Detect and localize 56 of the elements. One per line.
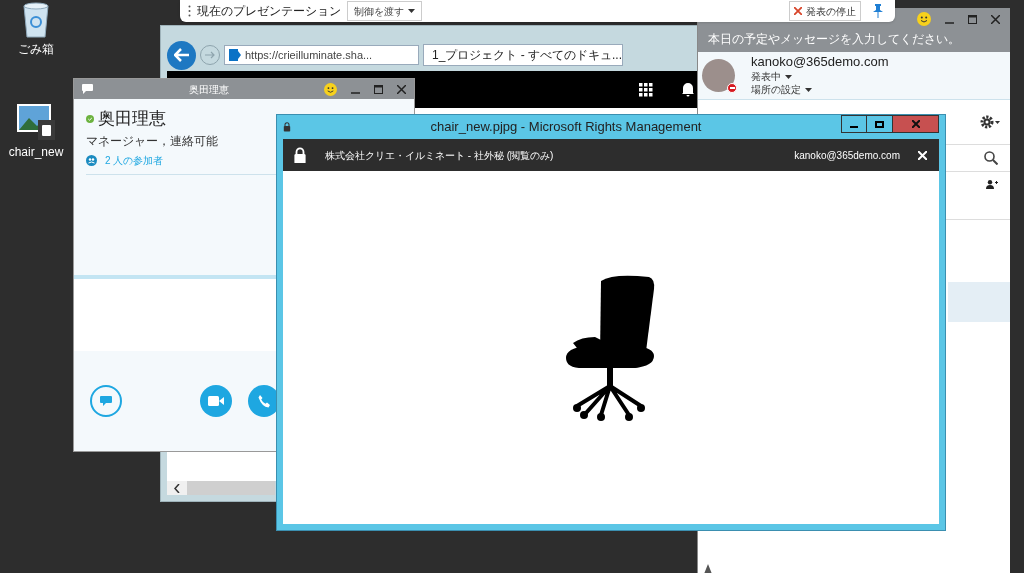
add-contact-icon[interactable] — [986, 180, 998, 189]
maximize-button[interactable] — [867, 115, 893, 133]
site-logo-icon — [229, 49, 241, 61]
contact-status: マネージャー，連絡可能 — [86, 133, 219, 150]
status-menu[interactable]: 発表中 — [751, 70, 889, 83]
drag-handle-icon[interactable] — [188, 5, 191, 17]
smiley-icon[interactable] — [324, 82, 337, 96]
close-icon — [911, 120, 920, 128]
pin-icon[interactable] — [873, 4, 883, 18]
minimize-button[interactable] — [841, 115, 867, 133]
video-call-button[interactable] — [200, 385, 232, 417]
browser-tab[interactable]: 1_プロジェクト - すべてのドキュ... — [423, 44, 623, 66]
location-menu[interactable]: 場所の設定 — [751, 83, 889, 96]
policy-label: 株式会社クリエ・イルミネート - 社外秘 (閲覧のみ) — [325, 148, 554, 163]
image-file-icon[interactable] — [16, 103, 56, 141]
avatar — [702, 59, 735, 92]
close-button[interactable] — [893, 115, 939, 133]
participants-icon — [86, 155, 97, 166]
presentation-title: 現在のプレゼンテーション — [197, 3, 341, 20]
arrow-right-icon — [205, 51, 215, 59]
close-icon — [794, 7, 802, 15]
window-title: chair_new.pjpg - Microsoft Rights Management — [429, 118, 703, 137]
maximize-icon[interactable] — [374, 84, 383, 94]
arrow-left-icon — [173, 48, 190, 62]
account-name: kanoko@365demo.com — [751, 55, 889, 68]
lock-icon — [283, 122, 291, 132]
back-button[interactable] — [167, 40, 196, 70]
app-grid-icon[interactable] — [639, 82, 653, 97]
address-text: https://crieilluminate.sha... — [245, 47, 373, 63]
phone-icon — [257, 394, 271, 408]
settings-icon[interactable] — [980, 115, 1000, 129]
caret-icon — [805, 87, 812, 92]
desktop-icon-label: ごみ箱 — [18, 42, 54, 57]
stop-presenting-button[interactable]: 発表の停止 — [789, 1, 861, 21]
available-status-icon — [86, 115, 94, 123]
caret-icon — [408, 9, 415, 13]
lock-icon — [293, 146, 307, 164]
caret-icon — [785, 74, 792, 79]
chat-button[interactable] — [90, 385, 122, 417]
trash-bin-icon[interactable] — [22, 2, 50, 38]
chat-bubble-icon — [100, 395, 112, 407]
chat-bubble-icon — [82, 84, 93, 94]
address-field[interactable]: https://crieilluminate.sha... — [224, 45, 419, 65]
bell-icon[interactable] — [681, 82, 695, 97]
chevron-left-icon[interactable] — [174, 483, 180, 493]
contact-name: 奥田理恵 — [98, 109, 166, 129]
desktop-icon-label: chair_new — [8, 145, 64, 160]
smiley-icon[interactable] — [917, 12, 931, 26]
do-not-disturb-icon — [727, 83, 737, 93]
user-email: kanoko@365demo.com — [794, 148, 900, 163]
maximize-icon[interactable] — [968, 14, 977, 24]
horizontal-scrollbar[interactable] — [167, 481, 275, 495]
window-title: 奥田理恵 — [187, 82, 230, 97]
give-control-button[interactable]: 制御を渡す — [347, 1, 422, 21]
video-camera-icon — [208, 396, 224, 406]
search-icon[interactable] — [984, 151, 998, 165]
